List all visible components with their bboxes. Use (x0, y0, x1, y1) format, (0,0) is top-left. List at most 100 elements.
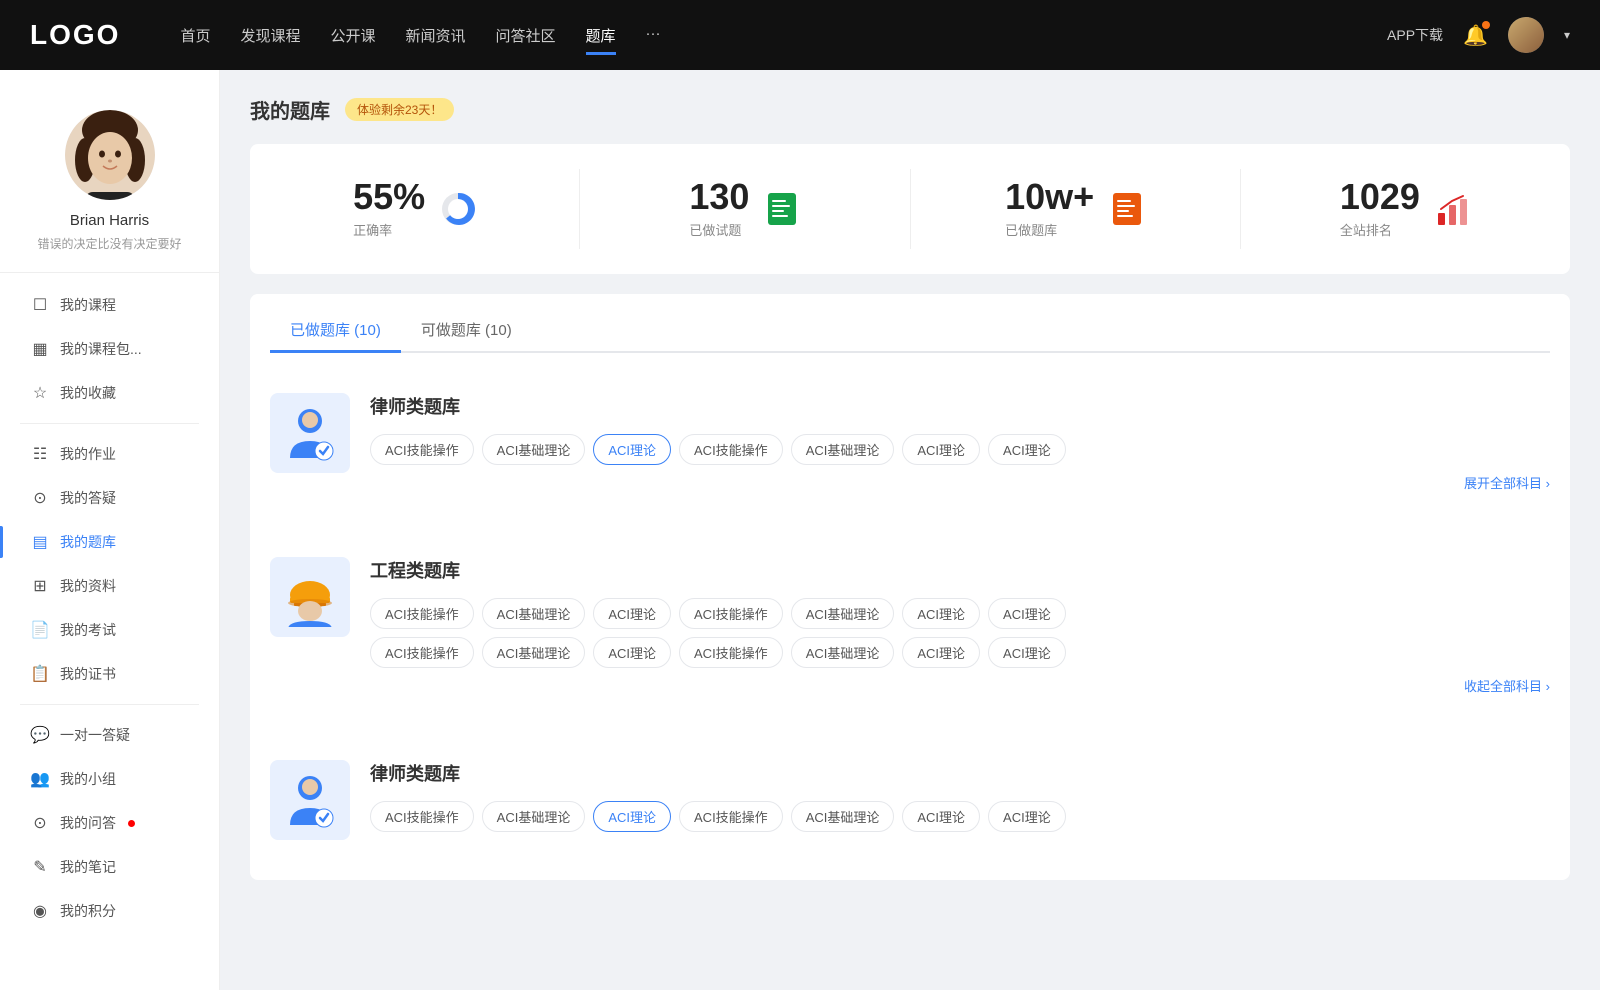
navbar-logo[interactable]: LOGO (30, 19, 120, 51)
one-on-one-icon: 💬 (30, 725, 50, 745)
tab-done-banks[interactable]: 已做题库 (10) (270, 309, 401, 353)
user-avatar[interactable] (1508, 17, 1544, 53)
stat-value-group: 55% 正确率 (353, 179, 425, 239)
tag-item[interactable]: ACI理论 (988, 801, 1066, 832)
tag-item[interactable]: ACI技能操作 (370, 598, 474, 629)
tag-item[interactable]: ACI理论 (988, 598, 1066, 629)
tag-item[interactable]: ACI理论 (593, 598, 671, 629)
tag-item[interactable]: ACI技能操作 (370, 637, 474, 668)
navbar-menu: 首页 发现课程 公开课 新闻资讯 问答社区 题库 ··· (180, 20, 1387, 51)
sidebar-item-qbank[interactable]: ▤ 我的题库 (0, 520, 219, 564)
tag-item[interactable]: ACI基础理论 (791, 801, 895, 832)
sidebar-divider-2 (20, 704, 199, 705)
sidebar-item-course-pack[interactable]: ▦ 我的课程包... (0, 327, 219, 371)
navbar-item-more[interactable]: ··· (646, 20, 661, 51)
tag-item[interactable]: ACI技能操作 (370, 434, 474, 465)
tag-item[interactable]: ACI理论 (988, 434, 1066, 465)
sidebar-item-label: 我的笔记 (60, 857, 116, 877)
user-menu-chevron[interactable]: ▾ (1564, 28, 1570, 42)
sidebar-item-one-on-one[interactable]: 💬 一对一答疑 (0, 713, 219, 757)
sidebar-item-label: 我的小组 (60, 769, 116, 789)
stat-number-correctness: 55% (353, 179, 425, 215)
qbank-name-engineer: 工程类题库 (370, 557, 1550, 583)
sidebar-item-label: 我的题库 (60, 532, 116, 552)
notification-bell[interactable]: 🔔 (1463, 23, 1488, 48)
tag-item[interactable]: ACI基础理论 (482, 598, 586, 629)
tag-item[interactable]: ACI理论 (902, 598, 980, 629)
tab-available-banks[interactable]: 可做题库 (10) (401, 309, 532, 353)
tag-item-active[interactable]: ACI理论 (593, 434, 671, 465)
sidebar-item-label: 我的积分 (60, 901, 116, 921)
tag-item[interactable]: ACI基础理论 (482, 801, 586, 832)
sidebar-item-points[interactable]: ◉ 我的积分 (0, 889, 219, 933)
content-area: 已做题库 (10) 可做题库 (10) (250, 294, 1570, 880)
stat-number-ranking: 1029 (1340, 179, 1420, 215)
sidebar-item-favorites[interactable]: ☆ 我的收藏 (0, 371, 219, 415)
sidebar: Brian Harris 错误的决定比没有决定要好 ☐ 我的课程 ▦ 我的课程包… (0, 70, 220, 990)
tag-item[interactable]: ACI理论 (988, 637, 1066, 668)
tag-item[interactable]: ACI基础理论 (482, 434, 586, 465)
stat-label-banks: 已做题库 (1005, 220, 1094, 239)
qbank-card-lawyer-2: 律师类题库 ACI技能操作 ACI基础理论 ACI理论 ACI技能操作 ACI基… (250, 735, 1570, 865)
qbank-tags-lawyer-1: ACI技能操作 ACI基础理论 ACI理论 ACI技能操作 ACI基础理论 AC… (370, 434, 1550, 465)
sidebar-motto: 错误的决定比没有决定要好 (37, 235, 181, 252)
qbank-tags-engineer-row2: ACI技能操作 ACI基础理论 ACI理论 ACI技能操作 ACI基础理论 AC… (370, 637, 1550, 668)
stat-done-questions: 130 已做试题 (580, 169, 910, 249)
tag-item[interactable]: ACI基础理论 (791, 434, 895, 465)
tag-item[interactable]: ACI理论 (593, 637, 671, 668)
navbar-item-home[interactable]: 首页 (180, 20, 210, 51)
tag-item[interactable]: ACI技能操作 (679, 801, 783, 832)
page-wrapper: Brian Harris 错误的决定比没有决定要好 ☐ 我的课程 ▦ 我的课程包… (0, 70, 1600, 990)
navbar-item-open-course[interactable]: 公开课 (330, 20, 375, 51)
favorites-icon: ☆ (30, 383, 50, 403)
tag-item[interactable]: ACI理论 (902, 801, 980, 832)
sidebar-profile: Brian Harris 错误的决定比没有决定要好 (0, 90, 219, 273)
qbank-info: 工程类题库 ACI技能操作 ACI基础理论 ACI理论 ACI技能操作 ACI基… (370, 557, 1550, 695)
qa-icon: ⊙ (30, 488, 50, 508)
sidebar-item-certificate[interactable]: 📋 我的证书 (0, 652, 219, 696)
main-content: 我的题库 体验剩余23天！ 55% 正确率 (220, 70, 1600, 990)
stat-value-group: 130 已做试题 (689, 179, 749, 239)
sidebar-item-profile[interactable]: ⊞ 我的资料 (0, 564, 219, 608)
navbar-item-discover[interactable]: 发现课程 (240, 20, 300, 51)
points-icon: ◉ (30, 901, 50, 921)
sidebar-item-exam[interactable]: 📄 我的考试 (0, 608, 219, 652)
tag-item[interactable]: ACI理论 (902, 637, 980, 668)
navbar-item-news[interactable]: 新闻资讯 (406, 20, 466, 51)
sidebar-item-course[interactable]: ☐ 我的课程 (0, 283, 219, 327)
collapse-link-engineer[interactable]: 收起全部科目 › (370, 668, 1550, 695)
notification-dot (1482, 21, 1490, 29)
stats-card: 55% 正确率 130 已做试题 (250, 144, 1570, 274)
stat-value-group: 10w+ 已做题库 (1005, 179, 1094, 239)
stat-correctness: 55% 正确率 (250, 169, 580, 249)
navbar-item-qbank[interactable]: 题库 (586, 20, 616, 51)
app-download-button[interactable]: APP下载 (1387, 25, 1443, 45)
stat-label-ranking: 全站排名 (1340, 220, 1420, 239)
qbank-info: 律师类题库 ACI技能操作 ACI基础理论 ACI理论 ACI技能操作 ACI基… (370, 393, 1550, 492)
lawyer-icon-wrap (270, 393, 350, 473)
tag-item[interactable]: ACI技能操作 (370, 801, 474, 832)
sidebar-item-qa[interactable]: ⊙ 我的答疑 (0, 476, 219, 520)
tag-item[interactable]: ACI基础理论 (791, 598, 895, 629)
tag-item[interactable]: ACI基础理论 (791, 637, 895, 668)
sidebar-item-homework[interactable]: ☷ 我的作业 (0, 432, 219, 476)
tag-item[interactable]: ACI理论 (902, 434, 980, 465)
sidebar-item-label: 我的课程 (60, 295, 116, 315)
sidebar-item-my-qa[interactable]: ⊙ 我的问答 (0, 801, 219, 845)
sidebar-avatar (65, 110, 155, 200)
expand-link-lawyer-1[interactable]: 展开全部科目 › (370, 465, 1550, 492)
exam-icon: 📄 (30, 620, 50, 640)
tag-item-active[interactable]: ACI理论 (593, 801, 671, 832)
tag-item[interactable]: ACI技能操作 (679, 598, 783, 629)
tag-item[interactable]: ACI技能操作 (679, 637, 783, 668)
tag-item[interactable]: ACI技能操作 (679, 434, 783, 465)
sidebar-item-group[interactable]: 👥 我的小组 (0, 757, 219, 801)
certificate-icon: 📋 (30, 664, 50, 684)
qbank-header: 律师类题库 ACI技能操作 ACI基础理论 ACI理论 ACI技能操作 ACI基… (270, 393, 1550, 492)
qbank-header: 律师类题库 ACI技能操作 ACI基础理论 ACI理论 ACI技能操作 ACI基… (270, 760, 1550, 840)
sidebar-item-notes[interactable]: ✎ 我的笔记 (0, 845, 219, 889)
navbar: LOGO 首页 发现课程 公开课 新闻资讯 问答社区 题库 ··· APP下载 … (0, 0, 1600, 70)
navbar-item-qa[interactable]: 问答社区 (496, 20, 556, 51)
tag-item[interactable]: ACI基础理论 (482, 637, 586, 668)
stat-value-group: 1029 全站排名 (1340, 179, 1420, 239)
